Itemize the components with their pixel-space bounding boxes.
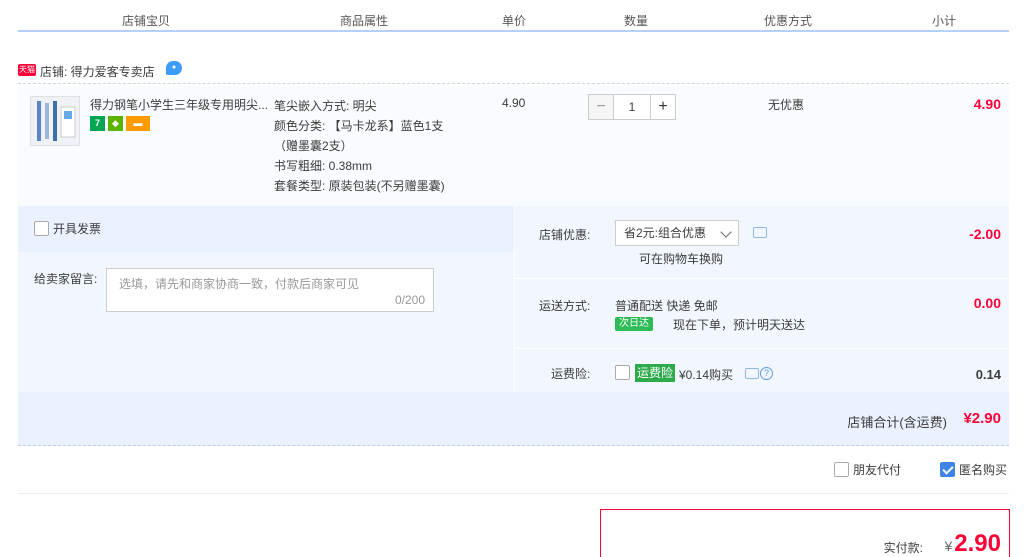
invoice-checkbox[interactable] bbox=[34, 221, 49, 236]
qty-minus-button[interactable]: − bbox=[588, 94, 614, 120]
right-panel: 店铺优惠: 省2元:组合优惠 可在购物车换购 -2.00 运送方式: 普通配送 … bbox=[514, 206, 1009, 392]
message-label: 给卖家留言: bbox=[34, 272, 98, 286]
payment-label: 实付款: bbox=[883, 541, 923, 555]
insurance-label: 运费险: bbox=[551, 367, 591, 381]
item-row: 得力钢笔小学生三年级专用明尖... 7 ◆ ▬ 笔尖嵌入方式: 明尖 颜色分类:… bbox=[18, 86, 1009, 206]
payment-summary: 实付款: ¥2.90 bbox=[600, 509, 1010, 557]
insurance-amount: 0.14 bbox=[975, 367, 1001, 382]
anonymous-option[interactable]: 匿名购买 bbox=[940, 461, 1007, 478]
header-props: 商品属性 bbox=[340, 14, 389, 28]
insurance-price: ¥0.14购买 bbox=[679, 368, 734, 382]
shop-discount-row: 店铺优惠: 省2元:组合优惠 可在购物车换购 -2.00 bbox=[514, 206, 1009, 278]
table-header: 店铺宝贝 商品属性 单价 数量 优惠方式 小计 bbox=[18, 6, 1009, 32]
tmall-icon: 天猫 bbox=[18, 64, 36, 76]
shop-total-label: 店铺合计(含运费) bbox=[847, 415, 947, 430]
unit-price: 4.90 bbox=[502, 96, 526, 110]
shop-discount-label: 店铺优惠: bbox=[539, 228, 591, 242]
order-details-panel: 开具发票 给卖家留言: 选填，请先和商家协商一致，付款后商家可见 0/200 店… bbox=[18, 206, 1009, 446]
message-char-count: 0/200 bbox=[394, 293, 425, 307]
insurance-checkbox[interactable] bbox=[615, 365, 630, 380]
message-textarea[interactable]: 选填，请先和商家协商一致，付款后商家可见 0/200 bbox=[106, 268, 434, 312]
friend-pay-checkbox[interactable] bbox=[834, 462, 849, 477]
comment-icon[interactable] bbox=[753, 227, 767, 238]
insurance-tag: 运费险 bbox=[635, 364, 676, 382]
friend-pay-option[interactable]: 朋友代付 bbox=[834, 461, 901, 478]
next-day-badge: 次日达 bbox=[615, 317, 653, 331]
item-subtotal: 4.90 bbox=[973, 96, 1001, 112]
product-title-link[interactable]: 得力钢笔小学生三年级专用明尖... bbox=[90, 96, 270, 113]
header-item: 店铺宝贝 bbox=[122, 14, 171, 28]
shop-total-row: 店铺合计(含运费) ¥2.90 bbox=[18, 392, 1009, 446]
chat-seller-icon[interactable]: ● bbox=[166, 61, 182, 75]
shop-name-link[interactable]: 店铺: 得力爱客专卖店 bbox=[40, 63, 155, 80]
anonymous-label: 匿名购买 bbox=[959, 463, 1008, 477]
product-properties: 笔尖嵌入方式: 明尖 颜色分类: 【马卡龙系】蓝色1支 （赠墨囊2支） 书写粗细… bbox=[274, 96, 445, 196]
insurance-row: 运费险: 运费险 ¥0.14购买 ? 0.14 bbox=[514, 348, 1009, 392]
prop-line: 书写粗细: 0.38mm bbox=[274, 159, 373, 173]
qty-plus-button[interactable]: + bbox=[650, 94, 676, 120]
qty-input[interactable]: 1 bbox=[614, 94, 650, 120]
coupon-selected: 省2元:组合优惠 bbox=[624, 226, 707, 240]
invoice-label: 开具发票 bbox=[53, 222, 102, 236]
message-placeholder: 选填，请先和商家协商一致，付款后商家可见 bbox=[119, 277, 360, 291]
invoice-option[interactable]: 开具发票 bbox=[34, 220, 101, 237]
credit-card-icon[interactable]: ▬ bbox=[126, 116, 150, 131]
prop-line: 颜色分类: 【马卡龙系】蓝色1支 bbox=[274, 119, 444, 133]
prop-line: 笔尖嵌入方式: 明尖 bbox=[274, 99, 377, 113]
prop-line: （赠墨囊2支） bbox=[274, 139, 353, 153]
comment-icon[interactable] bbox=[745, 368, 759, 379]
service-tags: 7 ◆ ▬ bbox=[90, 116, 150, 131]
header-promo: 优惠方式 bbox=[764, 14, 813, 28]
shipping-amount: 0.00 bbox=[973, 295, 1001, 311]
shop-discount-amount: -2.00 bbox=[969, 226, 1001, 242]
product-thumbnail[interactable] bbox=[30, 96, 80, 146]
shop-row: 天猫 店铺: 得力爱客专卖店 ● bbox=[18, 58, 1009, 84]
friend-pay-label: 朋友代付 bbox=[853, 463, 902, 477]
currency-symbol: ¥ bbox=[944, 538, 953, 554]
header-subtotal: 小计 bbox=[932, 14, 957, 28]
anonymous-checkbox[interactable] bbox=[940, 462, 955, 477]
promo-method: 无优惠 bbox=[768, 98, 805, 112]
chevron-down-icon bbox=[720, 226, 732, 238]
left-panel: 开具发票 给卖家留言: 选填，请先和商家协商一致，付款后商家可见 0/200 bbox=[18, 206, 514, 392]
header-price: 单价 bbox=[502, 14, 527, 28]
shipping-row: 运送方式: 普通配送 快递 免邮 次日达 现在下单，预计明天送达 0.00 bbox=[514, 278, 1009, 348]
header-qty: 数量 bbox=[624, 14, 649, 28]
discount-note: 可在购物车换购 bbox=[639, 252, 724, 266]
shipping-eta: 现在下单，预计明天送达 bbox=[673, 318, 806, 332]
payment-amount: 2.90 bbox=[954, 530, 1001, 557]
guarantee-icon[interactable]: ◆ bbox=[108, 116, 123, 131]
pay-options-row: 朋友代付 匿名购买 bbox=[18, 446, 1009, 494]
seven-day-return-icon[interactable]: 7 bbox=[90, 116, 105, 131]
payment-value: ¥2.90 bbox=[944, 530, 1001, 557]
message-row: 给卖家留言: 选填，请先和商家协商一致，付款后商家可见 0/200 bbox=[18, 252, 514, 392]
shop-total-value: ¥2.90 bbox=[963, 410, 1001, 427]
quantity-stepper: − 1 + bbox=[588, 94, 676, 120]
coupon-select[interactable]: 省2元:组合优惠 bbox=[615, 220, 739, 246]
help-icon[interactable]: ? bbox=[760, 367, 773, 380]
shipping-method: 普通配送 快递 免邮 bbox=[615, 299, 718, 313]
prop-line: 套餐类型: 原装包装(不另赠墨囊) bbox=[274, 179, 445, 193]
shipping-label: 运送方式: bbox=[539, 299, 591, 313]
